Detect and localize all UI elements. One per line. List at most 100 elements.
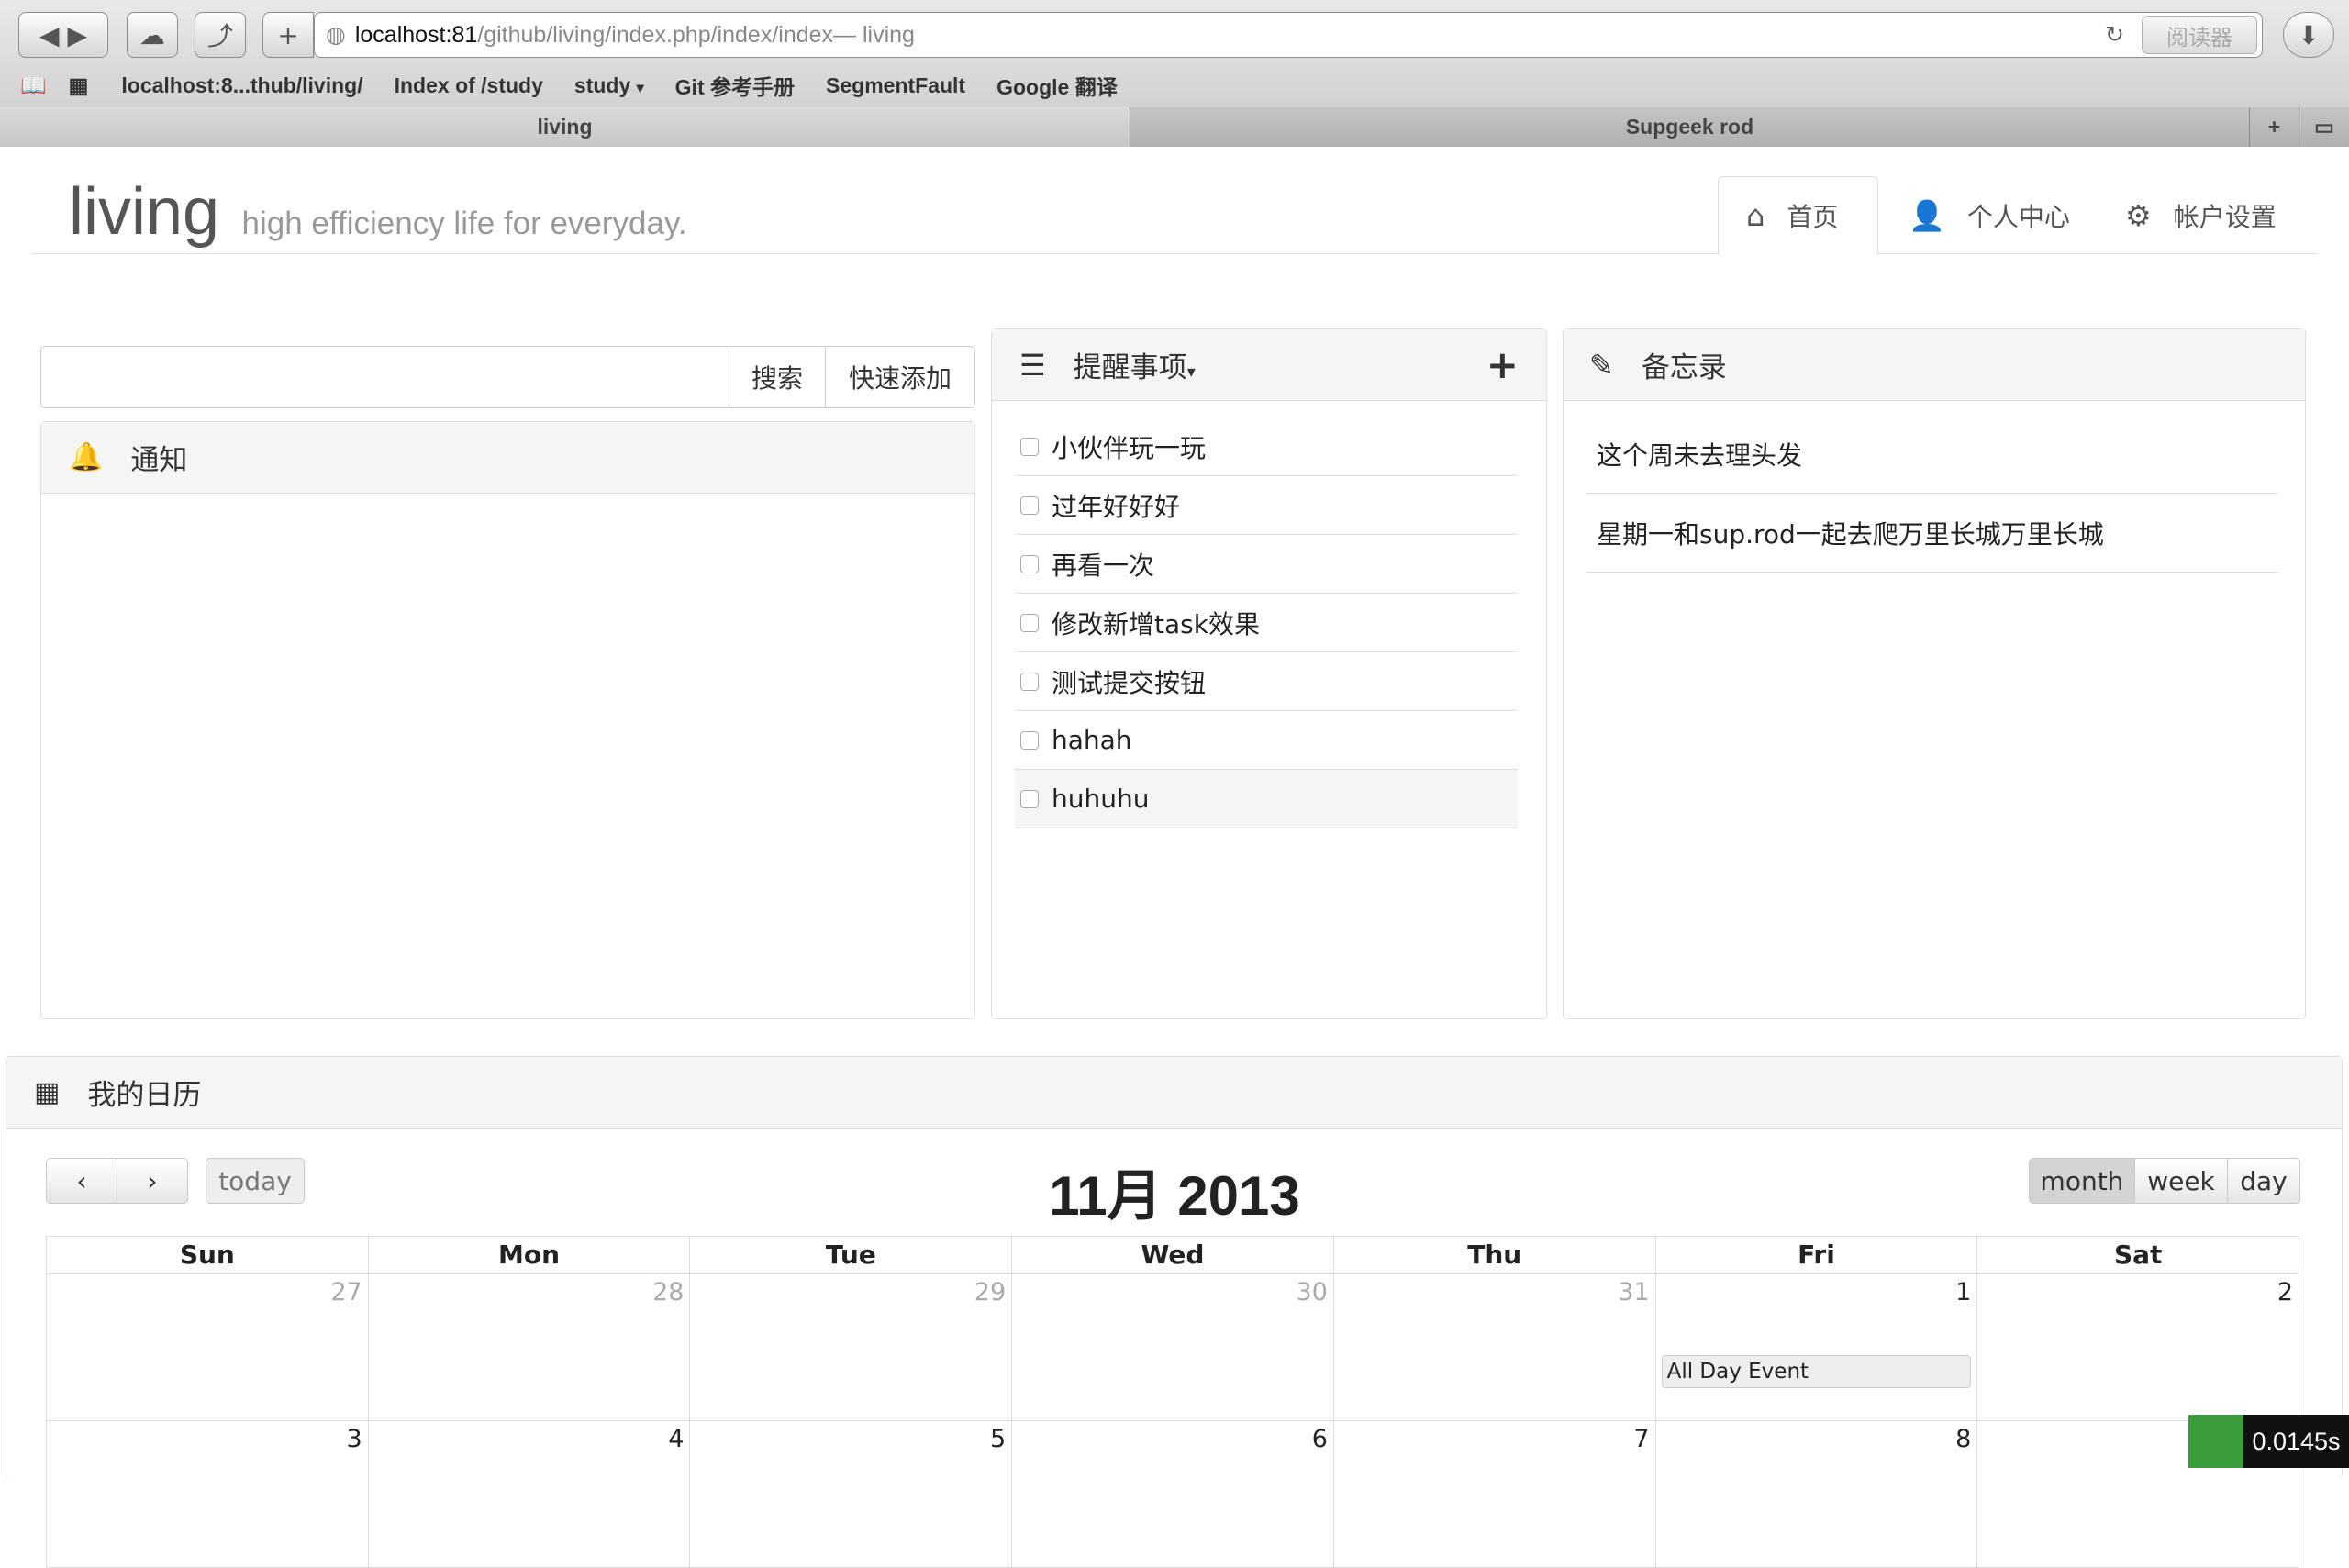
notice-panel-header: 🔔 通知 [41, 422, 974, 494]
calendar-month-title: 11月 2013 [918, 1151, 1431, 1231]
reminder-checkbox[interactable] [1020, 438, 1039, 456]
reminder-checkbox[interactable] [1020, 731, 1039, 750]
calendar-day[interactable]: 2 [1977, 1274, 2299, 1420]
view-month-button[interactable]: month [2029, 1158, 2135, 1204]
nav-settings-label: 帐户设置 [2174, 197, 2277, 234]
reminder-label: hahah [1052, 725, 1132, 755]
day-number: 8 [1955, 1425, 1971, 1453]
search-button[interactable]: 搜索 [729, 346, 826, 408]
reminders-panel-header: ☰ 提醒事项▾ + [992, 329, 1546, 401]
reminder-item[interactable]: 过年好好好 [1015, 476, 1518, 535]
brand-name[interactable]: living [69, 175, 219, 249]
add-bookmark-icon[interactable]: + [262, 12, 314, 58]
reminder-item[interactable]: 小伙伴玩一玩 [1015, 417, 1518, 476]
day-number: 4 [668, 1425, 684, 1453]
calendar-day[interactable]: 3 [47, 1421, 369, 1567]
calendar-day[interactable]: 27 [47, 1274, 369, 1420]
add-reminder-button[interactable]: + [1486, 342, 1519, 387]
day-of-week-header: Sun Mon Tue Wed Thu Fri Sat [46, 1236, 2299, 1274]
reminders-title: 提醒事项 [1074, 351, 1187, 384]
back-forward-buttons[interactable]: ◀ ▶ [18, 12, 108, 58]
reminder-checkbox[interactable] [1020, 496, 1039, 515]
reminder-item[interactable]: 再看一次 [1015, 535, 1518, 594]
downloads-icon[interactable]: ⬇ [2283, 12, 2334, 58]
day-number: 2 [2277, 1278, 2293, 1307]
calendar-day[interactable]: 29 [690, 1274, 1012, 1420]
chevron-down-icon: ▾ [637, 81, 644, 96]
bookmark-study-index[interactable]: Index of /study [395, 73, 543, 98]
nav-home-label: 首页 [1787, 197, 1838, 234]
nav-settings[interactable]: ⚙ 帐户设置 [2125, 176, 2327, 255]
reminders-dropdown[interactable]: 提醒事项▾ [1074, 344, 1196, 385]
reminder-checkbox[interactable] [1020, 673, 1039, 691]
home-icon: ⌂ [1746, 198, 1765, 233]
search-input[interactable] [40, 346, 729, 408]
reminder-item[interactable]: 测试提交按钮 [1015, 652, 1518, 711]
calendar-day[interactable]: 28 [369, 1274, 691, 1420]
share-icon[interactable]: ⤴ [195, 12, 246, 58]
next-month-button[interactable]: › [117, 1158, 188, 1204]
calendar-day[interactable]: 1All Day Event [1656, 1274, 1978, 1420]
dow-label: Mon [369, 1237, 691, 1273]
day-number: 29 [974, 1278, 1006, 1307]
day-number: 30 [1297, 1278, 1328, 1307]
memo-panel-header: ✎ 备忘录 [1564, 329, 2305, 401]
prev-month-button[interactable]: ‹ [46, 1158, 117, 1204]
reminder-item[interactable]: 修改新增task效果 [1015, 594, 1518, 652]
edit-icon: ✎ [1589, 348, 1614, 383]
bookmark-living[interactable]: localhost:8...thub/living/ [121, 73, 362, 98]
reminder-checkbox[interactable] [1020, 555, 1039, 573]
tab-overview-icon[interactable]: ▭ [2299, 107, 2349, 147]
view-day-button[interactable]: day [2227, 1158, 2300, 1204]
calendar-day[interactable]: 6 [1012, 1421, 1334, 1567]
bookmarks-bar: 📖 ▦ localhost:8...thub/living/ Index of … [0, 64, 2349, 106]
dow-label: Thu [1334, 1237, 1656, 1273]
day-number: 3 [347, 1425, 362, 1453]
notice-title: 通知 [130, 437, 187, 478]
calendar-icon: ▦ [34, 1076, 60, 1108]
dow-label: Wed [1012, 1237, 1334, 1273]
list-icon: ☰ [1019, 348, 1046, 383]
reminder-item[interactable]: hahah [1015, 711, 1518, 770]
today-button[interactable]: today [206, 1158, 305, 1204]
bookmark-study-folder[interactable]: study ▾ [574, 73, 644, 98]
bookmark-segmentfault[interactable]: SegmentFault [826, 73, 965, 98]
bookmark-git[interactable]: Git 参考手册 [675, 70, 795, 101]
bookmark-google-translate[interactable]: Google 翻译 [996, 70, 1118, 101]
url-host: localhost:81 [355, 22, 477, 49]
calendar-day[interactable]: 8 [1656, 1421, 1978, 1567]
reminder-label: 过年好好好 [1052, 487, 1180, 524]
tab-living[interactable]: living [0, 107, 1130, 147]
memo-item[interactable]: 星期一和sup.rod一起去爬万里长城万里长城 [1586, 494, 2277, 573]
reminder-checkbox[interactable] [1020, 614, 1039, 632]
top-sites-icon[interactable]: ▦ [69, 73, 89, 98]
brand-tagline: high efficiency life for everyday. [242, 206, 687, 241]
icloud-tabs-icon[interactable]: ☁ [127, 12, 178, 58]
reminder-label: huhuhu [1052, 784, 1149, 814]
reminder-label: 修改新增task效果 [1052, 605, 1260, 641]
tab-supgeek[interactable]: Supgeek rod [1130, 107, 2250, 147]
nav-home[interactable]: ⌂ 首页 [1718, 176, 1878, 255]
reload-icon[interactable]: ↻ [2105, 21, 2124, 49]
view-week-button[interactable]: week [2134, 1158, 2228, 1204]
calendar-week: 27 28 29 30 31 1All Day Event 2 [46, 1274, 2299, 1421]
calendar-day[interactable]: 4 [369, 1421, 691, 1567]
calendar-event[interactable]: All Day Event [1662, 1355, 1972, 1388]
caret-down-icon: ▾ [1187, 362, 1196, 382]
leaf-logo-icon [2188, 1415, 2243, 1468]
reader-button[interactable]: 阅读器 [2142, 16, 2257, 54]
reminder-item[interactable]: huhuhu [1015, 770, 1518, 828]
reminder-checkbox[interactable] [1020, 790, 1039, 808]
memo-item[interactable]: 这个周未去理头发 [1586, 415, 2277, 494]
dow-label: Sat [1977, 1237, 2299, 1273]
address-bar[interactable]: ◍ localhost:81 /github/living/index.php/… [314, 12, 2263, 58]
calendar-day[interactable]: 5 [690, 1421, 1012, 1567]
calendar-day[interactable]: 7 [1334, 1421, 1656, 1567]
reading-list-icon[interactable]: 📖 [20, 73, 47, 98]
new-tab-icon[interactable]: + [2250, 107, 2299, 147]
quick-add-button[interactable]: 快速添加 [825, 346, 975, 408]
calendar-day[interactable]: 30 [1012, 1274, 1334, 1420]
calendar-day[interactable]: 31 [1334, 1274, 1656, 1420]
day-number: 5 [990, 1425, 1006, 1453]
nav-profile[interactable]: 👤 个人中心 [1909, 176, 2092, 255]
